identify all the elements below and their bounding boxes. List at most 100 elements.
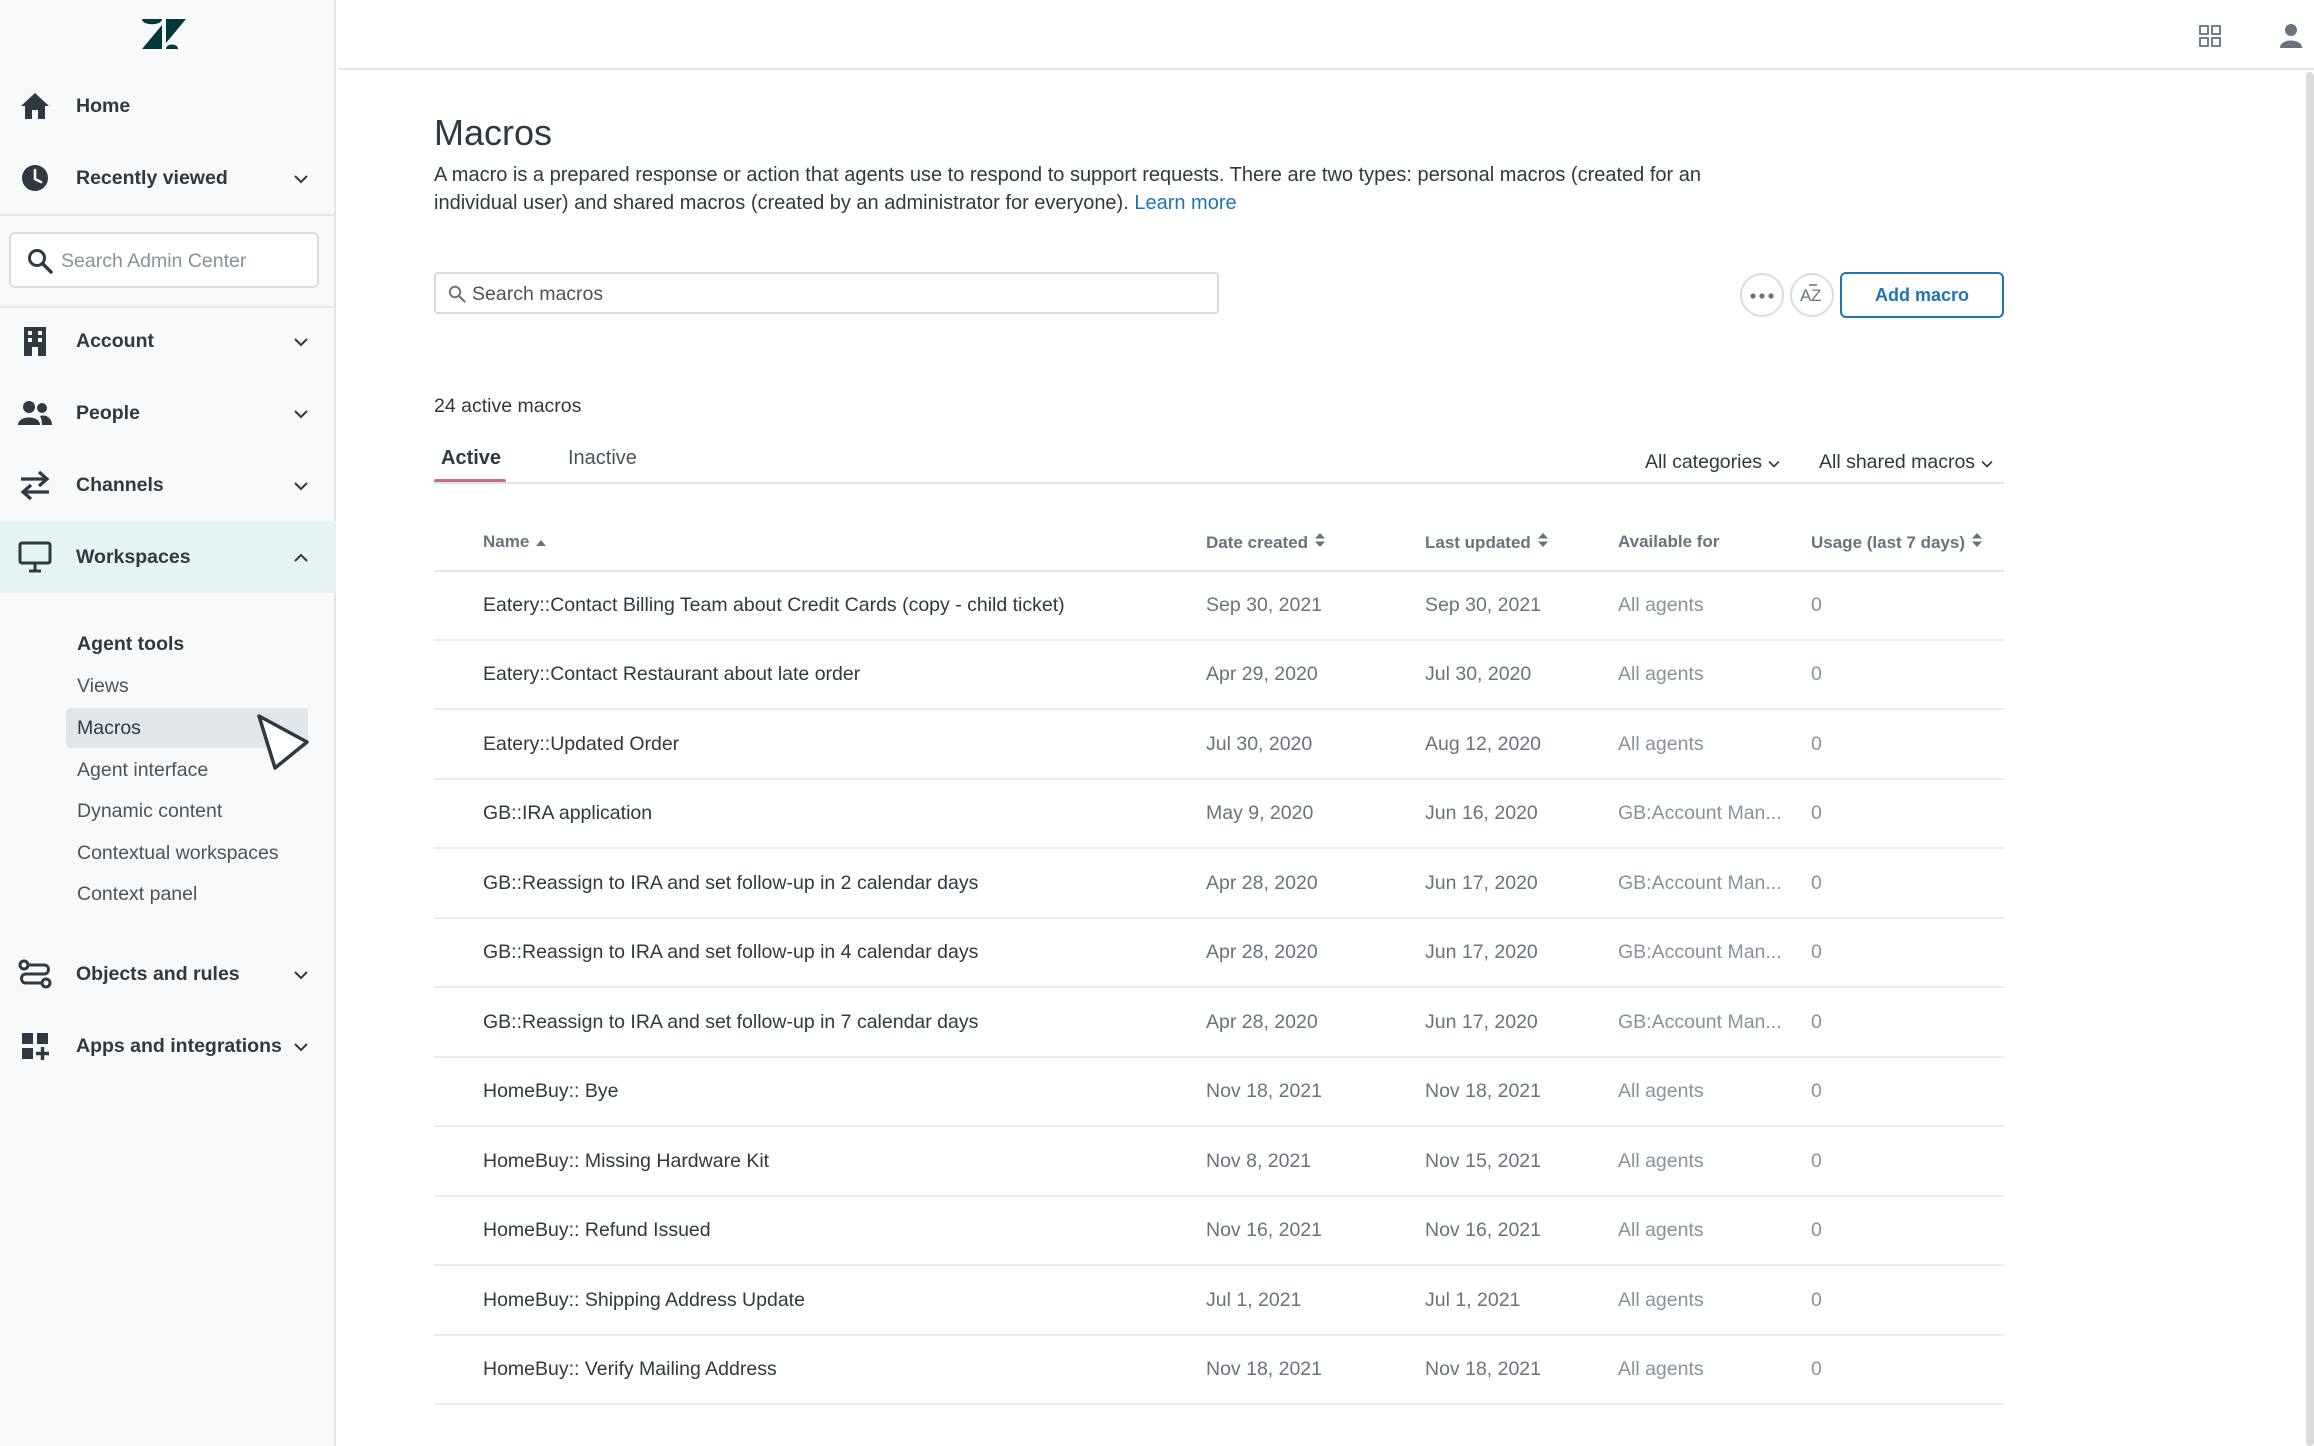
table-row[interactable]: HomeBuy:: Verify Mailing Address Nov 18,… [434, 1336, 2004, 1405]
subnav-item-dynamic-content[interactable]: Dynamic content [66, 791, 308, 831]
page-description: A macro is a prepared response or action… [434, 161, 1754, 217]
available-for: GB:Account Man... [1618, 1011, 1782, 1033]
nav-objects-and-rules[interactable]: Objects and rules [0, 938, 336, 1010]
date-created: Nov 8, 2021 [1206, 1150, 1312, 1172]
macro-name[interactable]: HomeBuy:: Bye [483, 1080, 618, 1103]
learn-more-link[interactable]: Learn more [1134, 192, 1236, 214]
table-row[interactable]: Eatery::Contact Restaurant about late or… [434, 641, 2004, 710]
last-updated: Nov 18, 2021 [1425, 1080, 1542, 1102]
usage-count: 0 [1811, 1358, 1822, 1380]
building-icon [16, 322, 54, 360]
date-created: Apr 28, 2020 [1206, 872, 1318, 894]
nav-objects-and-rules-label: Objects and rules [76, 962, 240, 985]
column-header-usage[interactable]: Usage (last 7 days) [1811, 532, 1983, 553]
sort-icon [1314, 532, 1326, 553]
nav-apps-and-integrations-label: Apps and integrations [76, 1034, 282, 1057]
categories-filter-dropdown[interactable]: All categories [1645, 451, 1780, 474]
date-created: Jul 1, 2021 [1206, 1289, 1302, 1311]
table-row[interactable]: HomeBuy:: Shipping Address Update Jul 1,… [434, 1267, 2004, 1336]
macro-name[interactable]: Eatery::Updated Order [483, 733, 679, 756]
add-macro-button[interactable]: Add macro [1840, 272, 2004, 318]
macro-name[interactable]: GB::Reassign to IRA and set follow-up in… [483, 941, 978, 964]
subnav-item-context-panel[interactable]: Context panel [66, 874, 308, 914]
last-updated: Nov 15, 2021 [1425, 1150, 1542, 1172]
zendesk-logo-icon[interactable] [140, 14, 188, 54]
macro-search-input[interactable] [472, 280, 1202, 308]
admin-search-input[interactable] [61, 246, 301, 276]
table-row[interactable]: HomeBuy:: Refund Issued Nov 16, 2021 Nov… [434, 1197, 2004, 1266]
last-updated: Jul 30, 2020 [1425, 663, 1532, 685]
macro-name[interactable]: HomeBuy:: Missing Hardware Kit [483, 1150, 769, 1173]
table-row[interactable]: GB::Reassign to IRA and set follow-up in… [434, 850, 2004, 919]
last-updated: Nov 18, 2021 [1425, 1358, 1542, 1380]
tab-active[interactable]: Active [441, 447, 501, 470]
nav-workspaces[interactable]: Workspaces [0, 521, 336, 593]
macro-name[interactable]: GB::Reassign to IRA and set follow-up in… [483, 872, 978, 895]
macro-name[interactable]: Eatery::Contact Billing Team about Credi… [483, 594, 1065, 617]
sort-icon [1971, 532, 1983, 553]
nav-people[interactable]: People [0, 377, 336, 449]
macro-name[interactable]: HomeBuy:: Verify Mailing Address [483, 1358, 777, 1381]
top-bar [338, 0, 2314, 70]
nav-home-label: Home [76, 94, 131, 117]
tabs-divider [434, 482, 2004, 484]
admin-search-field[interactable] [9, 232, 319, 288]
macro-name[interactable]: GB::IRA application [483, 802, 652, 825]
usage-count: 0 [1811, 872, 1822, 894]
column-header-date-created[interactable]: Date created [1206, 532, 1326, 553]
usage-count: 0 [1811, 1150, 1822, 1172]
available-for: All agents [1618, 1219, 1704, 1241]
active-macros-count: 24 active macros [434, 395, 582, 417]
table-row[interactable]: Eatery::Updated Order Jul 30, 2020 Aug 1… [434, 711, 2004, 780]
subnav-item-agent-interface[interactable]: Agent interface [66, 750, 308, 790]
macro-name[interactable]: Eatery::Contact Restaurant about late or… [483, 663, 860, 686]
subnav-item-views[interactable]: Views [66, 666, 308, 706]
macro-name[interactable]: HomeBuy:: Refund Issued [483, 1219, 711, 1242]
nav-account[interactable]: Account [0, 305, 336, 377]
column-header-last-updated[interactable]: Last updated [1425, 532, 1549, 553]
date-created: Sep 30, 2021 [1206, 594, 1323, 616]
user-icon[interactable] [2273, 18, 2309, 54]
date-created: Nov 18, 2021 [1206, 1358, 1323, 1380]
sort-alphabetical-button[interactable]: AZ [1790, 273, 1834, 317]
chevron-down-icon [290, 475, 312, 497]
routing-icon [16, 955, 54, 993]
sort-icon [1537, 532, 1549, 553]
tab-inactive[interactable]: Inactive [568, 447, 637, 470]
clock-icon [16, 159, 54, 197]
page-scrollbar[interactable] [2306, 72, 2314, 1446]
table-row[interactable]: HomeBuy:: Bye Nov 18, 2021 Nov 18, 2021 … [434, 1058, 2004, 1127]
macro-search-field[interactable] [434, 272, 1219, 314]
svg-text:Z: Z [1811, 286, 1821, 304]
available-for: All agents [1618, 733, 1704, 755]
table-row[interactable]: GB::IRA application May 9, 2020 Jun 16, … [434, 780, 2004, 849]
grid-icon[interactable] [2192, 18, 2228, 54]
nav-workspaces-label: Workspaces [76, 545, 191, 568]
subnav-item-contextual-workspaces[interactable]: Contextual workspaces [66, 833, 308, 873]
table-row[interactable]: HomeBuy:: Missing Hardware Kit Nov 8, 20… [434, 1128, 2004, 1197]
nav-home[interactable]: Home [0, 70, 336, 142]
available-for: All agents [1618, 1080, 1704, 1102]
last-updated: Jun 16, 2020 [1425, 802, 1538, 824]
table-row[interactable]: Eatery::Contact Billing Team about Credi… [434, 572, 2004, 641]
table-row[interactable]: GB::Reassign to IRA and set follow-up in… [434, 989, 2004, 1058]
shared-macros-filter-dropdown[interactable]: All shared macros [1819, 451, 1993, 474]
usage-count: 0 [1811, 941, 1822, 963]
nav-apps-and-integrations[interactable]: Apps and integrations [0, 1010, 336, 1082]
date-created: Nov 18, 2021 [1206, 1080, 1323, 1102]
nav-account-label: Account [76, 329, 154, 352]
usage-count: 0 [1811, 733, 1822, 755]
column-header-name[interactable]: Name [483, 532, 547, 552]
macro-name[interactable]: GB::Reassign to IRA and set follow-up in… [483, 1011, 978, 1034]
column-header-usage-label: Usage (last 7 days) [1811, 532, 1966, 552]
macro-name[interactable]: HomeBuy:: Shipping Address Update [483, 1289, 805, 1312]
chevron-down-icon [1768, 451, 1780, 474]
available-for: All agents [1618, 594, 1704, 616]
usage-count: 0 [1811, 594, 1822, 616]
table-row[interactable]: GB::Reassign to IRA and set follow-up in… [434, 919, 2004, 988]
more-options-button[interactable] [1740, 273, 1784, 317]
subnav-item-macros[interactable]: Macros [66, 708, 308, 748]
nav-recently-viewed[interactable]: Recently viewed [0, 142, 336, 214]
nav-channels[interactable]: Channels [0, 449, 336, 521]
column-header-available-for: Available for [1618, 532, 1719, 552]
